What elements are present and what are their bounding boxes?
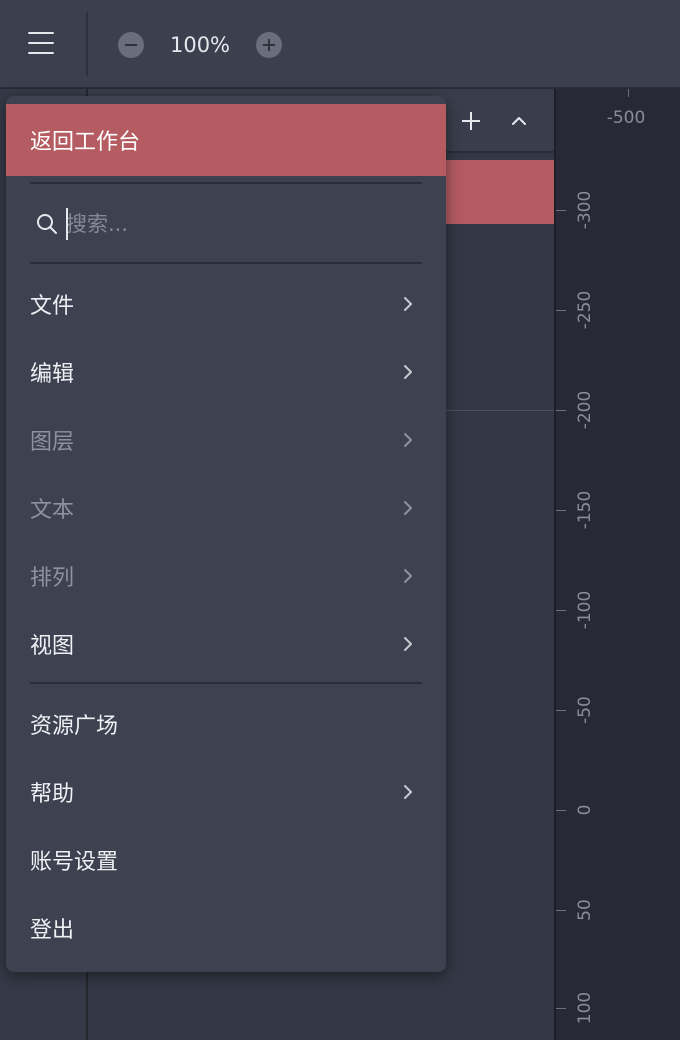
minus-icon [125,44,137,46]
toolbar-divider [86,12,88,76]
ruler-tick [556,610,566,611]
menu-item-arrange[interactable]: 排列 [6,542,446,610]
menu-item-label: 图层 [30,430,75,455]
menu-item-file[interactable]: 文件 [6,270,446,338]
menu-item-label: 排列 [30,566,75,591]
collapse-panel-button[interactable] [506,108,532,134]
menu-item-label: 资源广场 [30,714,119,739]
ruler-tick [556,1008,566,1009]
menu-item-label: 账号设置 [30,850,119,875]
menu-item-layer[interactable]: 图层 [6,406,446,474]
menu-item-label: 帮助 [30,782,75,807]
ruler-tick [556,210,566,211]
menu-item-label: 编辑 [30,362,75,387]
menu-item-label: 文件 [30,294,75,319]
menu-divider [30,682,422,684]
chevron-right-icon [404,433,412,447]
chevron-up-icon [512,117,526,125]
search-icon [37,214,57,234]
ruler-tick [556,810,566,811]
menu-item-label: 视图 [30,634,75,659]
text-caret [66,208,68,240]
chevron-right-icon [404,365,412,379]
main-menu: 返回工作台 文件 编辑 图层 文本 排列 视图 资源广场 帮助 [6,96,446,972]
add-layer-button[interactable] [458,108,484,134]
zoom-in-button[interactable] [256,32,282,58]
menu-divider [30,262,422,264]
menu-item-label: 文本 [30,498,75,523]
menu-item-help[interactable]: 帮助 [6,758,446,826]
ruler-top-tick [628,89,629,97]
hamburger-menu-icon[interactable] [26,28,56,58]
menu-item-text[interactable]: 文本 [6,474,446,542]
chevron-right-icon [404,569,412,583]
search-input[interactable] [66,204,406,244]
ruler-tick [556,710,566,711]
menu-item-logout[interactable]: 登出 [6,894,446,962]
chevron-right-icon [404,501,412,515]
chevron-right-icon [404,785,412,799]
ruler-tick [556,410,566,411]
ruler-tick [556,910,566,911]
menu-item-label: 登出 [30,918,75,943]
zoom-out-button[interactable] [118,32,144,58]
vertical-ruler [554,89,680,1040]
back-to-workspace-button[interactable]: 返回工作台 [6,104,446,176]
chevron-right-icon [404,637,412,651]
zoom-level: 100% [169,33,231,57]
ruler-tick [556,510,566,511]
menu-item-view[interactable]: 视图 [6,610,446,678]
plus-icon-v [268,39,270,51]
menu-item-edit[interactable]: 编辑 [6,338,446,406]
chevron-right-icon [404,297,412,311]
top-toolbar: 100% [0,0,680,88]
menu-item-account-settings[interactable]: 账号设置 [6,826,446,894]
menu-item-resource-plaza[interactable]: 资源广场 [6,690,446,758]
menu-search [30,184,422,264]
ruler-tick [556,310,566,311]
ruler-top-label: -500 [606,108,646,128]
